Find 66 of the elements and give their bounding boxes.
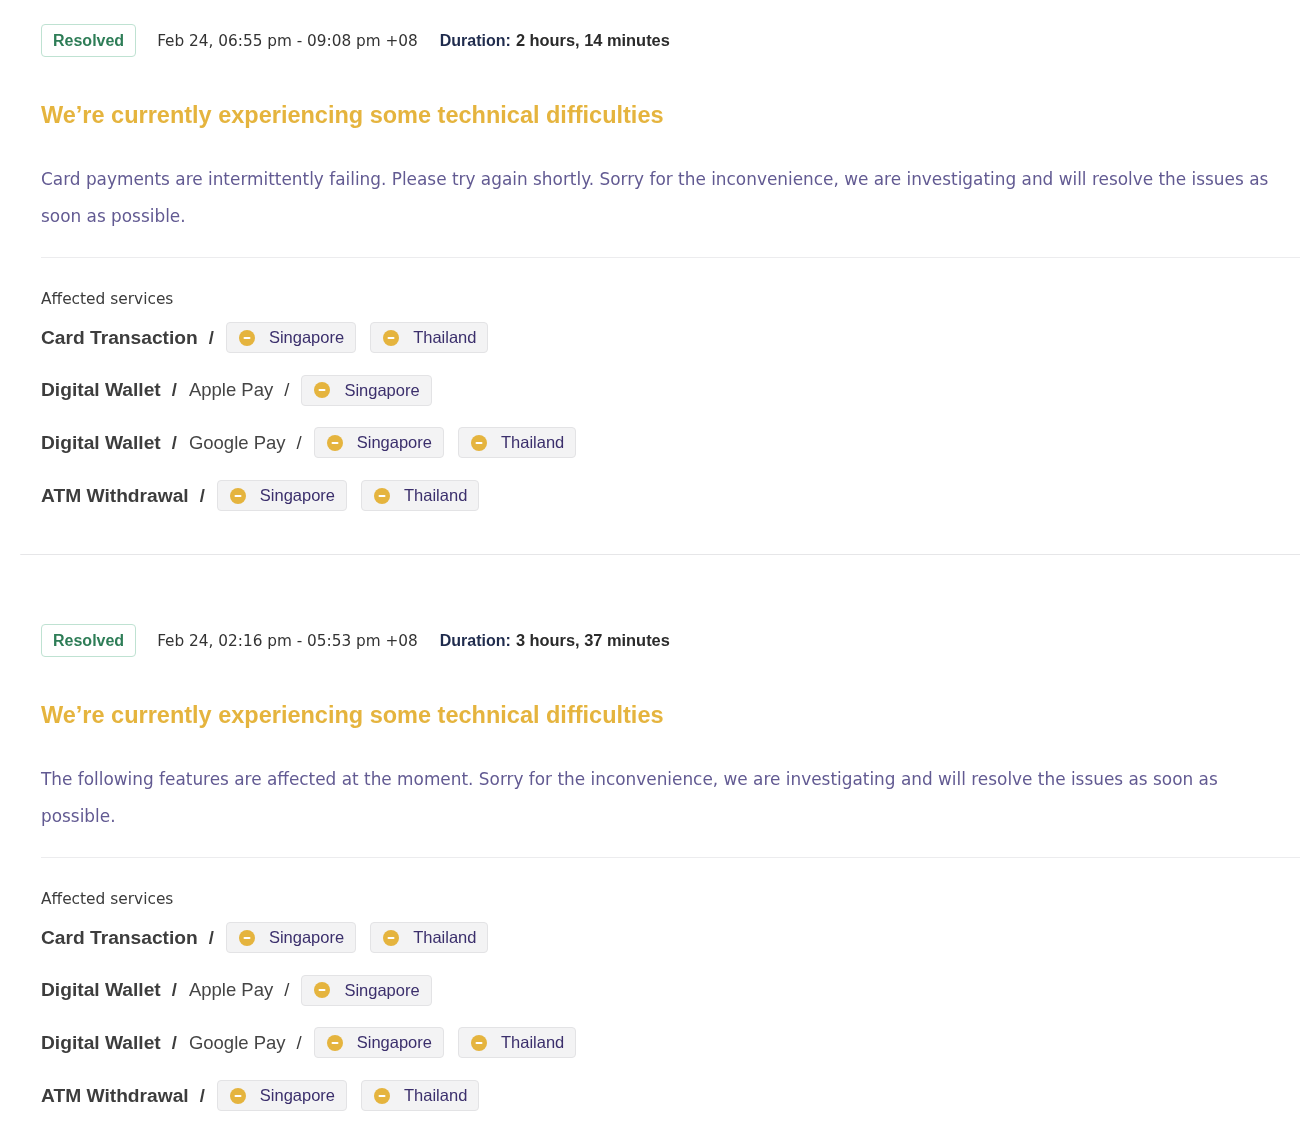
path-separator: / [199,1084,205,1107]
minus-circle-icon [229,1087,246,1104]
sub-service-name: Apple Pay [188,379,274,402]
service-name: ATM Withdrawal [41,484,189,507]
status-badge: Resolved [41,624,137,658]
minus-circle-icon [374,487,390,504]
region-name: Singapore [356,1033,432,1053]
region-name: Singapore [268,328,345,347]
path-separator: / [284,979,290,1002]
region-name: Thailand [413,328,477,347]
incident-description: Card payments are intermittently failing. Please try again shortly. Sorry for the inconvenience, we are investigating and will resolve the issues as soon as possible. [41,168,1270,228]
minus-circle-icon [314,382,331,399]
duration-value: 2 hours, 14 minutes [515,31,670,50]
duration-label: Duration: [439,631,511,650]
minus-circle-icon [383,329,400,346]
region-name: Singapore [356,433,432,453]
path-separator: / [208,326,214,349]
sub-service-name: Google Pay [188,431,286,454]
affected-services-label: Affected services [41,289,175,309]
sub-service-name: Google Pay [188,1031,286,1054]
minus-circle-icon [238,329,255,346]
time-range: Feb 24, 06:55 pm - 09:08 pm +08 [157,31,418,50]
region-name: Singapore [259,486,335,506]
path-separator: / [171,431,177,454]
service-name: Digital Wallet [41,1031,161,1054]
incident-title: We’re currently experiencing some technical difficulties [41,101,665,130]
path-separator: / [284,379,290,402]
incident-title: We’re currently experiencing some technical difficulties [41,701,665,731]
region-name: Singapore [268,928,345,948]
sub-service-name: Apple Pay [188,979,274,1002]
service-name: Digital Wallet [41,431,161,454]
minus-circle-icon [229,487,246,504]
path-separator: / [171,979,177,1002]
region-name: Thailand [500,1033,565,1053]
path-separator: / [199,484,205,507]
minus-circle-icon [470,1034,487,1051]
time-range: Feb 24, 02:16 pm - 05:53 pm +08 [157,631,418,650]
region-name: Singapore [344,980,420,1000]
region-name: Thailand [404,1086,468,1106]
minus-circle-icon [383,929,400,946]
service-name: Card Transaction [41,926,198,949]
region-name: Thailand [404,486,468,506]
region-name: Thailand [413,928,477,948]
incident-description: The following features are affected at the moment. Sorry for the inconvenience, we are investigating and will resolve the issues as soon as possible. [41,768,1219,829]
region-name: Singapore [259,1086,335,1106]
service-name: Digital Wallet [41,379,161,402]
minus-circle-icon [326,1034,343,1051]
duration-label: Duration: [439,31,511,50]
service-name: ATM Withdrawal [41,1084,189,1107]
path-separator: / [208,926,214,949]
minus-circle-icon [470,434,487,451]
region-name: Singapore [344,380,420,400]
duration-value: 3 hours, 37 minutes [515,631,670,651]
minus-circle-icon [238,929,255,946]
path-separator: / [171,379,177,402]
path-separator: / [296,1031,302,1054]
minus-circle-icon [314,982,331,999]
service-name: Card Transaction [41,326,198,349]
status-badge: Resolved [41,24,137,57]
affected-services-label: Affected services [41,889,175,910]
service-name: Digital Wallet [41,979,161,1002]
path-separator: / [171,1031,177,1054]
region-name: Thailand [500,433,565,453]
minus-circle-icon [374,1087,390,1104]
minus-circle-icon [326,434,343,451]
path-separator: / [296,431,302,454]
